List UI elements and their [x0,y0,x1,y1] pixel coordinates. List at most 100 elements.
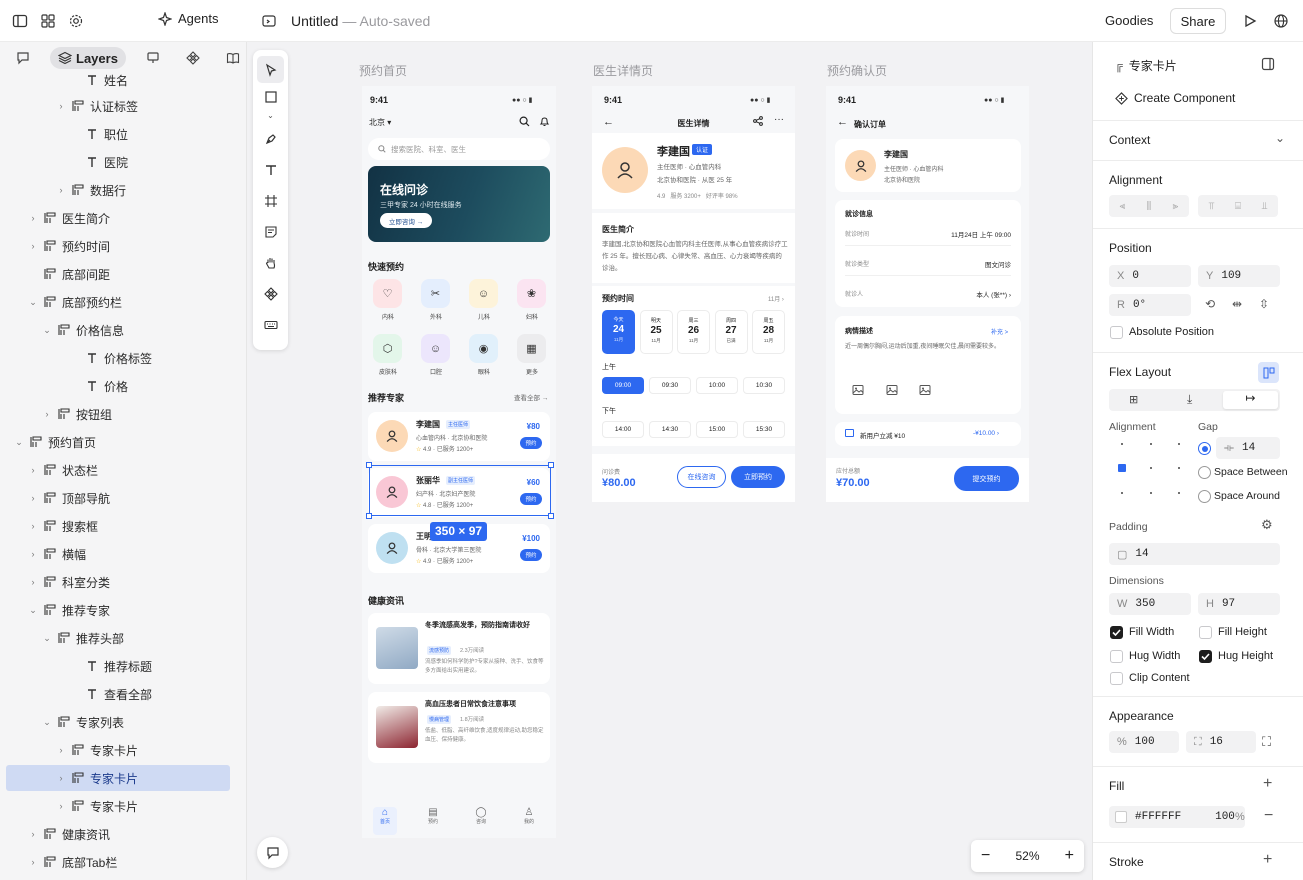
layer-row[interactable]: ⌄ 预约首页 [6,429,230,455]
chevron-right-icon[interactable]: › [56,101,66,111]
time-slot[interactable]: 10:00 [696,377,738,394]
layer-row[interactable]: ⌄ 专家列表 [6,709,230,735]
space-between-radio[interactable] [1198,466,1211,479]
create-component-button[interactable]: Create Component [1115,91,1235,105]
vertical-direction-icon[interactable]: ⤓ [1187,392,1192,407]
chevron-down-icon[interactable]: ⌄ [28,605,38,616]
x-input[interactable]: X0 [1109,265,1191,287]
layer-row[interactable]: 职位 [6,121,230,147]
layer-row[interactable]: 查看全部 [6,681,230,707]
bell-icon[interactable] [539,116,550,129]
hand-tool-icon[interactable] [257,249,284,276]
horizontal-direction-icon[interactable]: ↦ [1223,391,1278,409]
news-card[interactable]: 高血压患者日常饮食注意事项 慢病管理 1.8万阅读 低盐、低脂、高纤维饮食,适度规律运… [368,692,550,763]
back-arrow-icon[interactable]: ← [837,116,848,128]
department-item[interactable]: ✂ 外科 [421,279,451,321]
gap-input[interactable]: ⟛ 14 [1216,437,1280,459]
align-center-icon[interactable]: ⫼ [1147,201,1152,212]
time-slot[interactable]: 09:00 [602,377,644,394]
search-icon[interactable] [519,116,530,129]
news-card[interactable]: 冬季流感高发季，预防指南请收好 流感预防 2.3万阅读 流感季如何科学防护?专家从接种… [368,613,550,684]
layer-row[interactable]: 医院 [6,149,230,175]
coupon-card[interactable]: 新用户立减 ¥10 -¥10.00 › [835,422,1021,446]
department-item[interactable]: ♡ 内科 [373,279,403,321]
layer-row[interactable]: ⌄ 推荐头部 [6,625,230,651]
expert-card[interactable]: 李建国 主任医师 心血管内科 · 北京协和医院 ☆ 4.9 · 已服务 1200+ ¥8… [368,412,550,461]
layer-row[interactable]: › 顶部导航 [6,485,230,511]
flip-vertical-icon[interactable]: ⇳ [1259,297,1269,311]
image-icon[interactable] [919,384,931,398]
layer-row[interactable]: 底部间距 [6,261,230,287]
department-item[interactable]: ◉ 眼科 [469,334,499,376]
layer-row[interactable]: 价格 [6,373,230,399]
month-selector[interactable]: 11月 › [768,294,784,303]
bottom-tab[interactable]: ⌂ 首页 [373,807,397,835]
layer-row[interactable]: 姓名 [6,67,230,93]
zoom-out-icon[interactable]: − [981,847,990,865]
chevron-down-icon[interactable]: ⌄ [42,717,52,728]
height-input[interactable]: H 97 [1198,593,1280,615]
desc-more-link[interactable]: 补充 > [991,327,1008,336]
layer-row[interactable]: 价格标签 [6,345,230,371]
banner-button[interactable]: 立即咨询 → [380,213,432,228]
department-item[interactable]: ❀ 妇科 [517,279,547,321]
image-icon[interactable] [886,384,898,398]
alignment-matrix[interactable] [1118,441,1180,497]
share-button[interactable]: Share [1170,8,1226,34]
align-right-icon[interactable]: ⫸ [1173,201,1179,212]
chevron-right-icon[interactable]: › [56,185,66,195]
selection-handle[interactable] [548,513,554,519]
time-slot[interactable]: 14:00 [602,421,644,438]
day-chip[interactable]: 明天 25 11月 [639,310,673,354]
department-item[interactable]: ⬡ 皮肤科 [373,334,403,376]
align-dot-active[interactable] [1118,464,1126,472]
chevron-right-icon[interactable]: › [56,801,66,811]
fill-height-checkbox[interactable] [1199,626,1212,639]
banner[interactable]: 在线问诊 三甲专家 24 小时在线服务 立即咨询 → [368,166,550,242]
document-title[interactable]: Untitled — Auto-saved [291,13,430,29]
align-dot[interactable] [1178,443,1180,445]
pen-tool-icon[interactable] [257,125,284,152]
layer-row[interactable]: › 专家卡片 [6,765,230,791]
goodies-button[interactable]: Goodies [1105,13,1153,28]
layer-row[interactable]: › 健康资讯 [6,821,230,847]
align-dot[interactable] [1121,443,1123,445]
sidebar-toggle-icon[interactable] [6,7,34,35]
info-value[interactable]: 本人 (张**) › [976,289,1011,299]
absolute-position-checkbox[interactable] [1110,326,1123,339]
rotation-input[interactable]: R 0° [1109,294,1191,316]
layer-row[interactable]: ⌄ 价格信息 [6,317,230,343]
layer-row[interactable]: ⌄ 底部预约栏 [6,289,230,315]
department-item[interactable]: ☺ 口腔 [421,334,451,376]
bottom-tab[interactable]: ♙ 我的 [517,807,541,835]
align-bottom-icon[interactable]: ⫫ [1262,201,1268,212]
shape-chevron-icon[interactable]: ⌄ [267,111,274,121]
rotate-icon[interactable]: ⟲ [1205,297,1215,311]
hug-height-checkbox[interactable] [1199,650,1212,663]
layer-row[interactable]: › 按钮组 [6,401,230,427]
chevron-right-icon[interactable]: › [28,465,38,475]
chevron-right-icon[interactable]: › [28,857,38,867]
day-chip[interactable]: 周五 28 11月 [752,310,785,354]
chevron-right-icon[interactable]: › [56,745,66,755]
layer-row[interactable]: 推荐标题 [6,653,230,679]
rectangle-tool-icon[interactable] [257,87,284,107]
chevron-down-icon[interactable]: ⌄ [42,633,52,644]
zoom-in-icon[interactable]: + [1065,847,1074,865]
note-tool-icon[interactable] [257,218,284,245]
layer-row[interactable]: › 数据行 [6,177,230,203]
align-dot[interactable] [1178,492,1180,494]
play-icon[interactable] [1236,7,1264,35]
book-tab-icon[interactable] [220,47,246,69]
expand-corners-icon[interactable]: ⛶ [1262,734,1271,750]
hug-width-checkbox[interactable] [1110,650,1123,663]
text-tool-icon[interactable] [257,156,284,183]
remove-fill-icon[interactable]: − [1264,807,1273,825]
component-name[interactable]: 专家卡片 [1129,57,1177,74]
align-dot[interactable] [1150,492,1152,494]
fill-width-checkbox[interactable] [1110,626,1123,639]
time-slot[interactable]: 15:00 [696,421,738,438]
layer-row[interactable]: › 状态栏 [6,457,230,483]
layer-row[interactable]: › 专家卡片 [6,737,230,763]
chevron-right-icon[interactable]: › [56,773,66,783]
